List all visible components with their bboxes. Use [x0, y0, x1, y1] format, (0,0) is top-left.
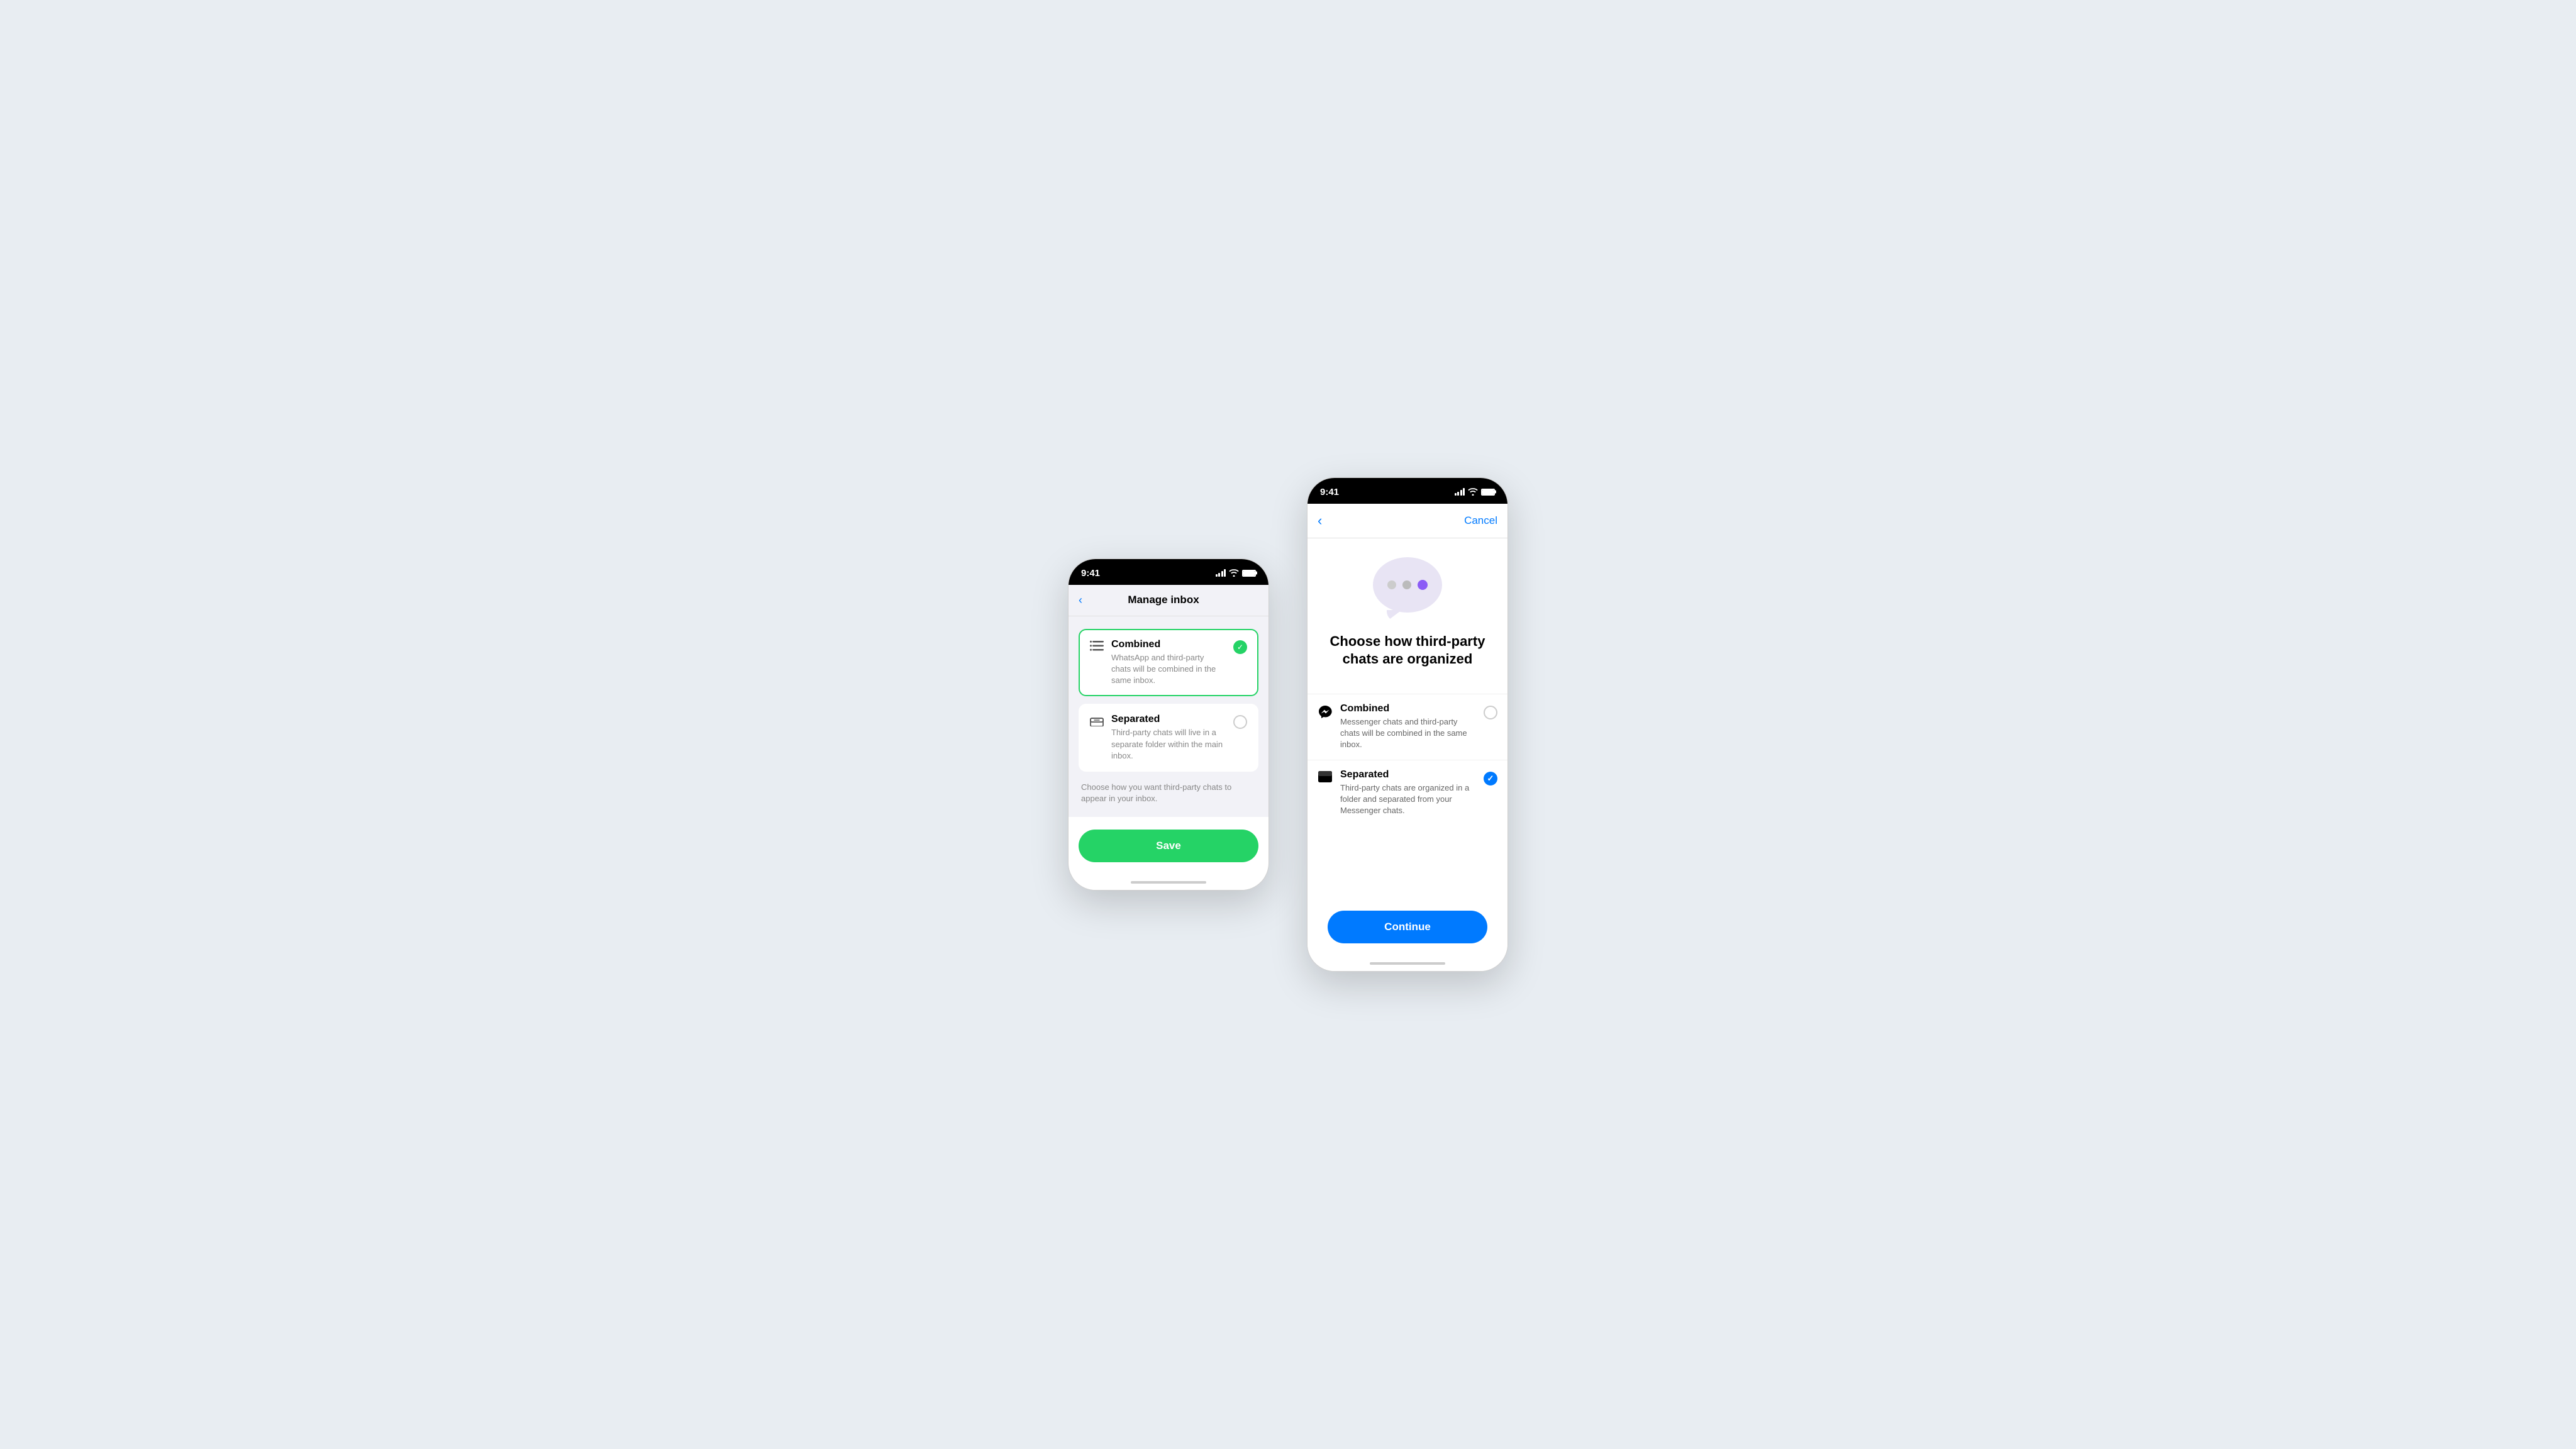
back-button-1[interactable]: ‹ — [1079, 591, 1087, 609]
signal-icon-2 — [1455, 488, 1465, 496]
helper-text: Choose how you want third-party chats to… — [1079, 779, 1258, 804]
status-bar-2: 9:41 — [1307, 478, 1507, 504]
illustration-area — [1307, 538, 1507, 633]
separated-messenger-title: Separated — [1340, 769, 1476, 780]
phone-2: 9:41 ‹ Cancel — [1307, 477, 1508, 972]
dot-gray — [1387, 580, 1396, 589]
back-button-2[interactable]: ‹ — [1318, 510, 1327, 531]
status-icons-2 — [1455, 488, 1496, 496]
continue-button[interactable]: Continue — [1328, 911, 1487, 943]
separated-row[interactable]: Separated Third-party chats are organize… — [1307, 760, 1507, 826]
separated-option-desc: Third-party chats will live in a separat… — [1111, 727, 1226, 762]
separated-option-text: Separated Third-party chats will live in… — [1111, 714, 1226, 762]
combined-option-title: Combined — [1111, 639, 1226, 650]
combined-option-text: Combined WhatsApp and third-party chats … — [1111, 639, 1226, 687]
inbox-icon — [1090, 715, 1104, 730]
signal-icon — [1216, 569, 1226, 577]
phones-container: 9:41 ‹ Manage inbox — [1068, 477, 1508, 972]
combined-messenger-check — [1484, 706, 1497, 719]
wifi-icon-2 — [1468, 488, 1478, 496]
phone-1: 9:41 ‹ Manage inbox — [1068, 558, 1269, 891]
chat-illustration — [1373, 557, 1442, 620]
home-indicator-1 — [1069, 877, 1269, 890]
dot-gray2 — [1402, 580, 1411, 589]
time-2: 9:41 — [1320, 487, 1339, 497]
nav-bar-2: ‹ Cancel — [1307, 504, 1507, 538]
bubble-tail — [1387, 610, 1402, 621]
home-indicator-2 — [1307, 958, 1507, 971]
battery-icon-2 — [1481, 489, 1495, 496]
nav-bar-1: ‹ Manage inbox — [1069, 585, 1269, 616]
content-area-1: Combined WhatsApp and third-party chats … — [1069, 616, 1269, 818]
combined-messenger-icon — [1318, 704, 1333, 723]
separated-messenger-desc: Third-party chats are organized in a fol… — [1340, 782, 1476, 817]
combined-messenger-desc: Messenger chats and third-party chats wi… — [1340, 716, 1476, 751]
time-1: 9:41 — [1081, 568, 1100, 579]
home-bar — [1131, 881, 1206, 884]
combined-messenger-title: Combined — [1340, 703, 1476, 714]
status-bar-1: 9:41 — [1069, 559, 1269, 585]
list-icon — [1090, 640, 1104, 655]
separated-messenger-check: ✓ — [1484, 772, 1497, 786]
separated-messenger-icon — [1318, 770, 1333, 787]
page-title-1: Manage inbox — [1087, 594, 1240, 606]
radio-empty-icon — [1233, 715, 1247, 729]
continue-area: Continue — [1307, 901, 1507, 958]
radio-empty-2 — [1484, 706, 1497, 719]
wifi-icon — [1229, 569, 1239, 577]
save-button[interactable]: Save — [1079, 830, 1258, 862]
battery-icon — [1242, 570, 1256, 577]
separated-option-title: Separated — [1111, 714, 1226, 725]
combined-row[interactable]: Combined Messenger chats and third-party… — [1307, 694, 1507, 760]
spacer — [1307, 825, 1507, 901]
check-blue-icon: ✓ — [1484, 772, 1497, 786]
combined-option-desc: WhatsApp and third-party chats will be c… — [1111, 652, 1226, 687]
title-area: Choose how third-party chats are organiz… — [1307, 633, 1507, 694]
dot-purple — [1418, 580, 1428, 590]
chevron-left-icon-2: ‹ — [1318, 513, 1322, 529]
separated-check — [1233, 715, 1247, 729]
chevron-left-icon: ‹ — [1079, 594, 1082, 607]
separated-option[interactable]: Separated Third-party chats will live in… — [1079, 704, 1258, 772]
status-icons-1 — [1216, 569, 1257, 577]
combined-messenger-text: Combined Messenger chats and third-party… — [1340, 703, 1476, 751]
combined-option[interactable]: Combined WhatsApp and third-party chats … — [1079, 629, 1258, 697]
screen-2: Choose how third-party chats are organiz… — [1307, 538, 1507, 958]
check-green-icon: ✓ — [1233, 640, 1247, 654]
combined-check: ✓ — [1233, 640, 1247, 654]
home-bar-2 — [1370, 962, 1445, 965]
main-title: Choose how third-party chats are organiz… — [1320, 633, 1495, 669]
cancel-button[interactable]: Cancel — [1464, 514, 1497, 527]
separated-messenger-text: Separated Third-party chats are organize… — [1340, 769, 1476, 817]
